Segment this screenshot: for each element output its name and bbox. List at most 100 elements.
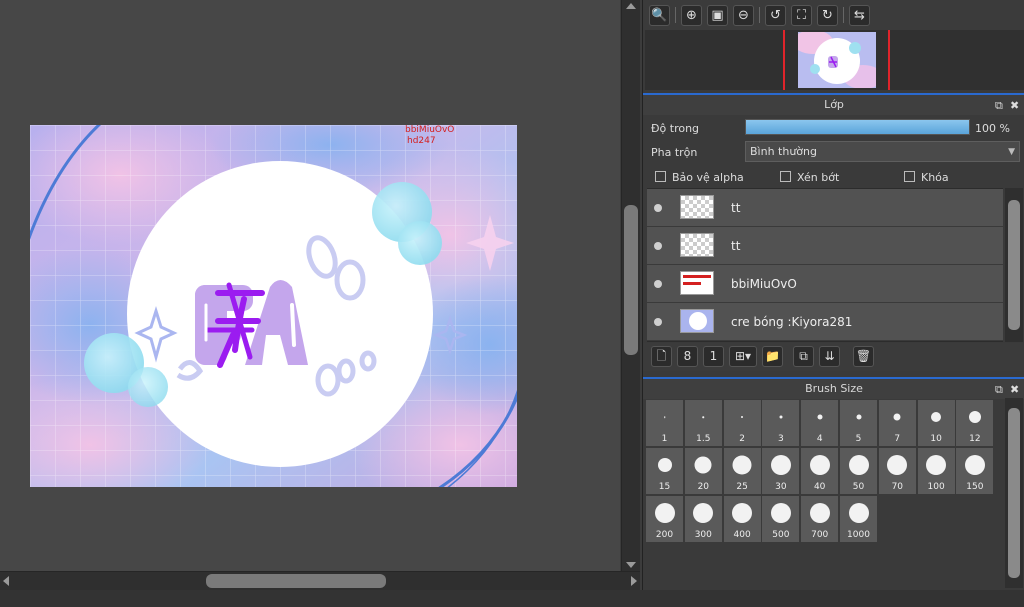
- add-layer-menu-icon[interactable]: ⊞▾: [729, 346, 757, 367]
- blend-mode-select[interactable]: Bình thường ▼: [745, 141, 1020, 162]
- visibility-toggle-icon[interactable]: [654, 318, 662, 326]
- scroll-right-arrow-icon[interactable]: [631, 576, 637, 586]
- checkbox-box[interactable]: [655, 171, 666, 182]
- brush-dot-icon: [856, 414, 861, 420]
- checkbox-box[interactable]: [780, 171, 791, 182]
- brush-size-cell[interactable]: 12: [956, 400, 994, 446]
- canvas-horizontal-scrollbar[interactable]: [0, 571, 640, 590]
- clipping-checkbox[interactable]: Xén bớt: [780, 171, 839, 184]
- duplicate-layer-icon[interactable]: ⧉: [793, 346, 814, 367]
- layer-row[interactable]: bbiMiuOvO: [647, 265, 1003, 303]
- brush-dot-icon: [809, 503, 830, 523]
- detach-panel-icon[interactable]: ⧉: [995, 96, 1003, 115]
- layer-list-scrollbar[interactable]: [1005, 188, 1023, 342]
- new-layer-icon[interactable]: 🗋: [651, 346, 672, 367]
- artwork-image[interactable]: bbiMiuOvO hd247: [30, 125, 517, 487]
- layer-row[interactable]: tt: [647, 227, 1003, 265]
- close-panel-icon[interactable]: ✖: [1010, 380, 1019, 399]
- close-panel-icon[interactable]: ✖: [1010, 96, 1019, 115]
- brush-size-cell[interactable]: 4: [801, 400, 839, 446]
- brush-size-cell[interactable]: 20: [684, 448, 722, 494]
- brush-size-cell[interactable]: 40: [801, 448, 839, 494]
- brush-size-cell[interactable]: 1: [646, 400, 683, 446]
- canvas-vertical-scrollbar[interactable]: [621, 0, 640, 571]
- navigator-thumbnail[interactable]: [798, 32, 876, 88]
- clipping-label: Xén bớt: [797, 171, 840, 184]
- navigator-view-bound-left: [783, 30, 785, 90]
- layer-panel-title: Lớp: [824, 98, 844, 111]
- lock-checkbox[interactable]: Khóa: [904, 171, 949, 184]
- brush-dot-icon: [741, 416, 744, 418]
- brush-size-panel-title: Brush Size: [805, 382, 863, 395]
- brush-size-label: 25: [736, 482, 748, 492]
- brush-size-cell[interactable]: 1.5: [684, 400, 722, 446]
- new-layer-8bit-icon[interactable]: 8: [677, 346, 698, 367]
- layer-row[interactable]: tt: [647, 189, 1003, 227]
- brush-size-cell[interactable]: 150: [956, 448, 994, 494]
- layer-list-scroll-thumb[interactable]: [1008, 200, 1020, 330]
- brush-size-label: 100: [927, 482, 945, 492]
- layer-list[interactable]: tt tt bbiMiuOvO cre bóng :Kiyora281: [647, 188, 1003, 342]
- scroll-up-arrow-icon[interactable]: [626, 3, 636, 9]
- navigator-view-bound-right: [888, 30, 890, 90]
- merge-layer-icon[interactable]: ⇊: [819, 346, 840, 367]
- flip-horizontal-icon[interactable]: ⇆: [849, 5, 870, 26]
- reset-view-icon[interactable]: ⛶: [791, 5, 812, 26]
- new-layer-1bit-icon[interactable]: 1: [703, 346, 724, 367]
- brush-size-scroll-thumb[interactable]: [1008, 408, 1020, 578]
- protect-alpha-checkbox[interactable]: Bảo vệ alpha: [655, 171, 744, 184]
- opacity-slider[interactable]: [745, 119, 970, 135]
- brush-size-cell[interactable]: 500: [762, 496, 800, 542]
- brush-size-cell[interactable]: 2: [723, 400, 761, 446]
- layer-name: bbiMiuOvO: [731, 277, 797, 291]
- brush-size-cell[interactable]: 70: [878, 448, 916, 494]
- zoom-in-icon[interactable]: ⊕: [681, 5, 702, 26]
- brush-size-cell[interactable]: 1000: [840, 496, 877, 542]
- brush-size-cell[interactable]: 50: [840, 448, 877, 494]
- brush-size-cell[interactable]: 300: [684, 496, 722, 542]
- scroll-left-arrow-icon[interactable]: [3, 576, 9, 586]
- chevron-down-icon: ▼: [1008, 147, 1015, 157]
- delete-layer-icon[interactable]: 🗑: [853, 346, 874, 367]
- brush-size-cell[interactable]: 5: [840, 400, 877, 446]
- magnifier-icon[interactable]: 🔍: [649, 5, 670, 26]
- brush-size-cell[interactable]: 700: [801, 496, 839, 542]
- brush-dot-icon: [968, 411, 981, 423]
- checkbox-box[interactable]: [904, 171, 915, 182]
- brush-size-cell[interactable]: 10: [917, 400, 955, 446]
- layer-thumbnail: [680, 271, 714, 295]
- brush-size-label: 20: [697, 482, 710, 492]
- brush-size-cell[interactable]: 100: [917, 448, 955, 494]
- brush-size-cell[interactable]: 200: [646, 496, 683, 542]
- visibility-toggle-icon[interactable]: [654, 242, 662, 250]
- scroll-down-arrow-icon[interactable]: [626, 562, 636, 568]
- blend-mode-value: Bình thường: [750, 145, 817, 158]
- canvas-horizontal-scroll-thumb[interactable]: [206, 574, 386, 588]
- visibility-toggle-icon[interactable]: [654, 204, 662, 212]
- detach-panel-icon[interactable]: ⧉: [995, 380, 1003, 399]
- rotate-right-icon[interactable]: ↻: [817, 5, 838, 26]
- brush-dot-icon: [926, 455, 947, 475]
- canvas-area[interactable]: bbiMiuOvO hd247: [0, 0, 620, 571]
- fit-window-icon[interactable]: ▣: [707, 5, 728, 26]
- brush-size-label: 2: [739, 434, 745, 444]
- brush-size-cell[interactable]: 15: [646, 448, 683, 494]
- layer-row[interactable]: cre bóng :Kiyora281: [647, 303, 1003, 341]
- brush-size-cell[interactable]: 25: [723, 448, 761, 494]
- visibility-toggle-icon[interactable]: [654, 280, 662, 288]
- brush-size-cell[interactable]: 3: [762, 400, 800, 446]
- protect-alpha-label: Bảo vệ alpha: [672, 171, 744, 184]
- artwork-watermark-1: bbiMiuOvO: [405, 125, 454, 135]
- brush-size-cell[interactable]: 7: [878, 400, 916, 446]
- canvas-vertical-scroll-thumb[interactable]: [624, 205, 638, 355]
- rotate-left-icon[interactable]: ↺: [765, 5, 786, 26]
- folder-icon[interactable]: 📁: [762, 346, 783, 367]
- brush-dot-icon: [809, 455, 830, 475]
- brush-dot-icon: [694, 456, 712, 474]
- navigator-preview[interactable]: [645, 30, 1024, 90]
- brush-size-cell[interactable]: 30: [762, 448, 800, 494]
- brush-size-cell[interactable]: 400: [723, 496, 761, 542]
- zoom-out-icon[interactable]: ⊖: [733, 5, 754, 26]
- layer-thumbnail: [680, 195, 714, 219]
- brush-size-scrollbar[interactable]: [1005, 398, 1023, 588]
